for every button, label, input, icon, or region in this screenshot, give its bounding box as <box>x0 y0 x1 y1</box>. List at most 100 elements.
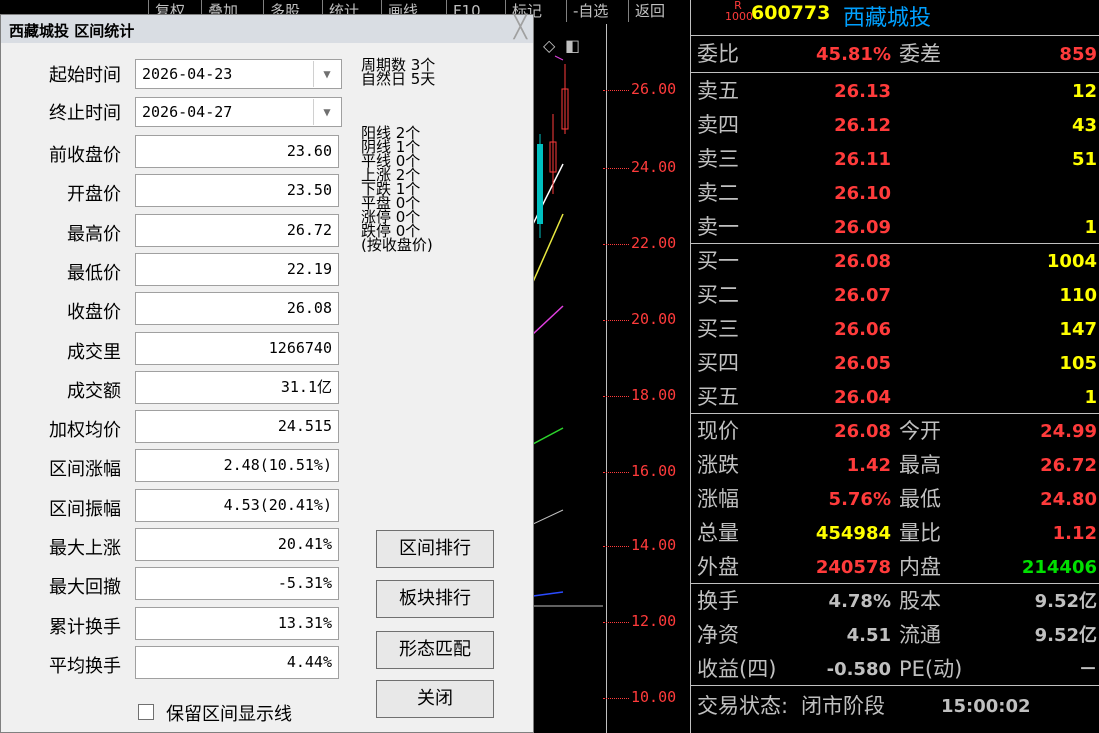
trade-status-label: 交易状态: <box>697 694 789 718</box>
ask-volume <box>981 177 1097 210</box>
end-time-select[interactable]: 2026-04-27 ▼ <box>135 97 342 127</box>
stock-code: 600773 <box>751 2 831 24</box>
field-value: 2.48(10.51%) <box>135 449 339 483</box>
fund-label: PE(动) <box>899 657 963 681</box>
field-label: 区间振幅 <box>49 498 121 520</box>
toolbar-back[interactable]: 返回 <box>628 0 671 22</box>
toolbar-watchlist[interactable]: -自选 <box>566 0 614 22</box>
chevron-down-icon[interactable]: ▼ <box>313 99 340 125</box>
bid-volume: 1 <box>1084 387 1097 408</box>
chevron-down-icon[interactable]: ▼ <box>313 61 340 87</box>
weibi-label: 委比 <box>697 42 739 66</box>
stock-name: 西藏城投 <box>843 6 932 31</box>
field-value: -5.31% <box>135 567 339 601</box>
close-icon[interactable]: ╳ <box>514 17 527 39</box>
field-value: 4.53(20.41%) <box>135 488 339 522</box>
y-tick: 22.00 <box>631 234 677 252</box>
y-tick: 18.00 <box>631 386 677 404</box>
margin-badge: R 1000 <box>725 0 753 23</box>
ask-label: 卖五 <box>697 79 739 103</box>
price-axis-line <box>606 24 607 733</box>
quote-label: 涨跌 <box>697 453 739 477</box>
quote-value: 26.08 <box>834 421 891 442</box>
field-value: 23.50 <box>135 174 339 208</box>
fund-label: 流通 <box>899 623 941 647</box>
field-label: 收盘价 <box>67 302 121 324</box>
quote-panel: R 1000 600773 西藏城投 委比 45.81% 委差 859 卖五 26… <box>690 0 1099 733</box>
quote-label: 最高 <box>899 453 941 477</box>
y-tick: 20.00 <box>631 310 677 328</box>
fund-value: 9.52亿 <box>1034 625 1097 646</box>
y-tick: 16.00 <box>631 462 677 480</box>
weicha-label: 委差 <box>899 42 941 66</box>
field-value: 22.19 <box>135 252 339 286</box>
sector-rank-button[interactable]: 板块排行 <box>376 580 494 618</box>
field-label: 最大回撤 <box>49 577 121 599</box>
start-time-select[interactable]: 2026-04-23 ▼ <box>135 59 342 89</box>
quote-value: 454984 <box>815 523 891 544</box>
field-label: 成交额 <box>67 380 121 402</box>
ask-price: 26.12 <box>834 115 891 136</box>
quote-value: 1.42 <box>846 455 891 476</box>
bid-volume: 1004 <box>1046 251 1097 272</box>
bid-price: 26.05 <box>834 353 891 374</box>
keep-range-line-checkbox[interactable] <box>138 704 154 720</box>
dialog-titlebar[interactable]: 西藏城投 区间统计 ╳ <box>1 15 533 43</box>
quote-label: 今开 <box>899 419 941 443</box>
fund-value: 4.51 <box>846 625 891 646</box>
end-time-label: 终止时间 <box>49 103 121 124</box>
field-label: 区间涨幅 <box>49 459 121 481</box>
y-tick: 14.00 <box>631 536 677 554</box>
bid-price: 26.07 <box>834 285 891 306</box>
y-tick: 26.00 <box>631 80 677 98</box>
bid-volume: 105 <box>1059 353 1097 374</box>
fund-value: － <box>1079 659 1097 680</box>
kline-chart[interactable]: ◇ ◧ 26.00 24.00 22.00 20.00 18.00 16.00 … <box>533 24 690 733</box>
field-label: 最低价 <box>67 262 121 284</box>
badge-bottom: 1000 <box>725 10 753 23</box>
field-label: 成交里 <box>67 341 121 363</box>
field-value: 26.08 <box>135 292 339 326</box>
pattern-match-button[interactable]: 形态匹配 <box>376 631 494 669</box>
quote-value: 5.76% <box>828 489 891 510</box>
candles <box>533 55 603 607</box>
bid-price: 26.04 <box>834 387 891 408</box>
quote-value: 240578 <box>815 557 891 578</box>
ask-label: 卖二 <box>697 181 739 205</box>
bid-volume: 147 <box>1059 319 1097 340</box>
y-tick: 24.00 <box>631 158 677 176</box>
bid-price: 26.08 <box>834 251 891 272</box>
ask-volume: 1 <box>1084 217 1097 238</box>
bid-label: 买四 <box>697 351 739 375</box>
field-value: 13.31% <box>135 606 339 640</box>
field-label: 最高价 <box>67 223 121 245</box>
field-label: 平均换手 <box>49 655 121 677</box>
range-stats-dialog: 西藏城投 区间统计 ╳ 起始时间 2026-04-23 ▼ 终止时间 2026-… <box>0 14 534 733</box>
fund-value: 9.52亿 <box>1034 591 1097 612</box>
bid-label: 买二 <box>697 283 739 307</box>
range-rank-button[interactable]: 区间排行 <box>376 530 494 568</box>
ask-price: 26.11 <box>834 149 891 170</box>
ask-label: 卖四 <box>697 113 739 137</box>
field-label: 累计换手 <box>49 616 121 638</box>
field-label: 开盘价 <box>67 184 121 206</box>
fund-label: 收益(四) <box>697 657 777 681</box>
trade-status-time: 15:00:02 <box>941 696 1031 717</box>
bid-label: 买五 <box>697 385 739 409</box>
field-value: 31.1亿 <box>135 370 339 404</box>
quote-value: 24.80 <box>1040 489 1097 510</box>
quote-label: 最低 <box>899 487 941 511</box>
quote-label: 外盘 <box>697 555 739 579</box>
close-button[interactable]: 关闭 <box>376 680 494 718</box>
weicha-value: 859 <box>1059 44 1097 65</box>
start-time-value: 2026-04-23 <box>142 65 233 83</box>
quote-value: 26.72 <box>1040 455 1097 476</box>
start-time-label: 起始时间 <box>49 65 121 86</box>
quote-label: 内盘 <box>899 555 941 579</box>
dialog-title: 西藏城投 区间统计 <box>9 22 135 40</box>
ask-label: 卖一 <box>697 215 739 239</box>
bid-label: 买三 <box>697 317 739 341</box>
field-value: 4.44% <box>135 645 339 679</box>
field-value: 23.60 <box>135 135 339 168</box>
field-value: 1266740 <box>135 331 339 365</box>
